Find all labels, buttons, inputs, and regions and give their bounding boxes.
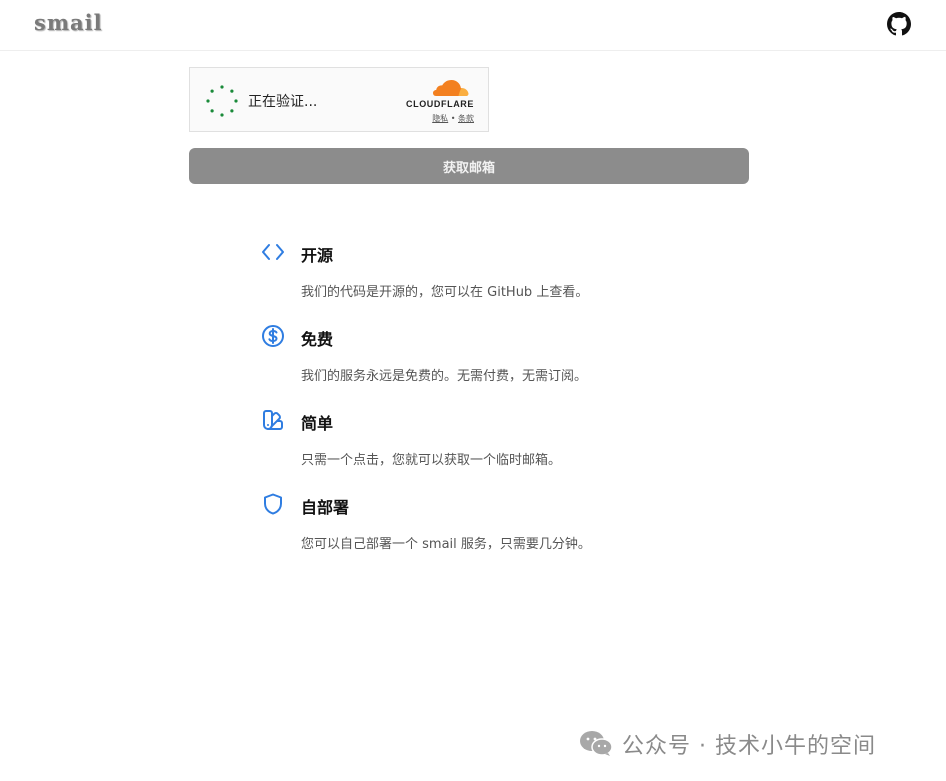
terms-link[interactable]: 条款 — [458, 114, 474, 123]
get-mailbox-button[interactable]: 获取邮箱 — [189, 148, 749, 184]
cloudflare-branding: CLOUDFLARE 隐私 • 条款 — [394, 78, 474, 124]
dollar-circle-icon — [262, 325, 284, 347]
watermark-text: 公众号 · 技术小牛的空间 — [622, 734, 876, 759]
code-brackets-icon — [262, 244, 284, 260]
wechat-icon — [580, 731, 613, 756]
link-separator: • — [450, 114, 456, 123]
feature-title: 简单 — [301, 414, 334, 433]
feature-title: 免费 — [301, 330, 334, 349]
feature-description: 我们的服务永远是免费的。无需付费，无需订阅。 — [301, 369, 588, 384]
captcha-links: 隐私 • 条款 — [394, 113, 474, 124]
feature-description: 只需一个点击，您就可以获取一个临时邮箱。 — [301, 453, 562, 468]
cloudflare-cloud-icon — [433, 80, 469, 96]
cloudflare-captcha[interactable]: 正在验证... CLOUDFLARE 隐私 • 条款 — [189, 67, 489, 132]
watermark: 公众号 · 技术小牛的空间 — [578, 726, 918, 759]
top-bar: smail — [0, 0, 946, 51]
feature-title: 开源 — [301, 246, 334, 265]
feature-description: 我们的代码是开源的，您可以在 GitHub 上查看。 — [301, 285, 589, 300]
swatch-book-icon — [263, 410, 283, 430]
logo[interactable]: smail — [34, 10, 103, 35]
github-icon[interactable] — [887, 12, 911, 36]
feature-description: 您可以自己部署一个 smail 服务，只需要几分钟。 — [301, 537, 591, 552]
verification-status: 正在验证... — [248, 94, 318, 110]
cloudflare-logo-text: CLOUDFLARE — [406, 99, 474, 109]
loading-spinner-icon — [206, 85, 238, 117]
feature-title: 自部署 — [301, 498, 350, 517]
privacy-link[interactable]: 隐私 — [432, 114, 448, 123]
shield-icon — [264, 493, 282, 515]
